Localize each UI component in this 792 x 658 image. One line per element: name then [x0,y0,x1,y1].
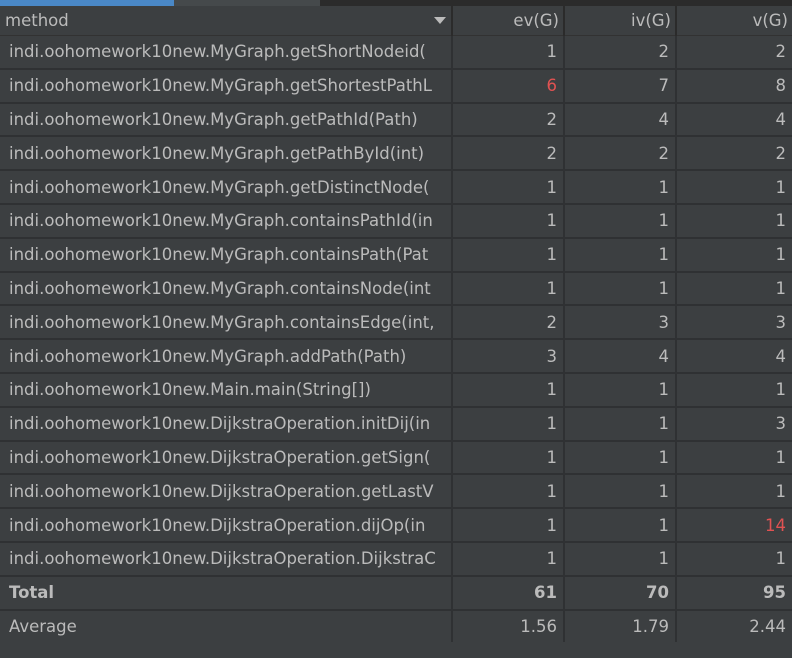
v-cell: 4 [676,339,792,374]
table-row[interactable]: indi.oohomework10new.Main.main(String[])… [0,372,792,408]
total-v: 95 [676,575,792,611]
method-cell[interactable]: indi.oohomework10new.MyGraph.containsEdg… [0,305,453,341]
method-cell[interactable]: indi.oohomework10new.Main.main(String[]) [0,372,453,408]
v-cell: 3 [676,406,792,442]
column-header-method-label: method [5,11,69,30]
v-cell: 1 [676,170,792,205]
v-cell: 1 [676,203,792,239]
v-cell: 1 [676,440,792,476]
method-cell[interactable]: indi.oohomework10new.MyGraph.addPath(Pat… [0,339,453,374]
iv-cell: 2 [564,136,677,172]
method-cell[interactable]: indi.oohomework10new.DijkstraOperation.D… [0,541,453,577]
iv-cell: 4 [564,102,677,138]
ev-cell: 1 [452,271,565,307]
sort-descending-icon [434,17,446,24]
ev-cell: 1 [452,406,565,442]
ev-cell: 1 [452,508,565,543]
iv-cell: 1 [564,271,677,307]
table-row[interactable]: indi.oohomework10new.DijkstraOperation.g… [0,474,792,510]
iv-cell: 3 [564,305,677,341]
ev-cell: 3 [452,339,565,374]
average-ev: 1.56 [452,609,565,643]
column-header-ev[interactable]: ev(G) [452,6,565,36]
table-row[interactable]: indi.oohomework10new.MyGraph.getShortest… [0,68,792,104]
method-cell[interactable]: indi.oohomework10new.MyGraph.getDistinct… [0,170,453,205]
iv-cell: 1 [564,440,677,476]
iv-cell: 1 [564,508,677,543]
table-row[interactable]: indi.oohomework10new.DijkstraOperation.i… [0,406,792,442]
ev-cell: 6 [452,68,565,104]
method-cell[interactable]: indi.oohomework10new.MyGraph.containsPat… [0,203,453,239]
iv-cell: 1 [564,170,677,205]
total-iv: 70 [564,575,677,611]
iv-cell: 1 [564,474,677,510]
average-v: 2.44 [676,609,792,643]
table-row[interactable]: indi.oohomework10new.MyGraph.getPathById… [0,136,792,172]
table-row[interactable]: indi.oohomework10new.MyGraph.getShortNod… [0,35,792,70]
ev-cell: 1 [452,35,565,70]
method-cell[interactable]: indi.oohomework10new.MyGraph.containsNod… [0,271,453,307]
iv-cell: 1 [564,203,677,239]
table-row[interactable]: indi.oohomework10new.MyGraph.containsNod… [0,271,792,307]
ev-cell: 2 [452,136,565,172]
table-row[interactable]: indi.oohomework10new.MyGraph.containsPat… [0,237,792,273]
ev-cell: 1 [452,237,565,273]
iv-cell: 7 [564,68,677,104]
v-cell: 2 [676,136,792,172]
iv-cell: 1 [564,237,677,273]
v-cell: 1 [676,372,792,408]
column-header-iv[interactable]: iv(G) [564,6,677,36]
ev-cell: 1 [452,170,565,205]
ev-cell: 1 [452,440,565,476]
table-row[interactable]: indi.oohomework10new.DijkstraOperation.d… [0,508,792,543]
column-header-v[interactable]: v(G) [676,6,792,36]
v-cell: 8 [676,68,792,104]
v-cell: 4 [676,102,792,138]
metrics-table-body: indi.oohomework10new.MyGraph.getShortNod… [0,35,792,643]
column-header-method[interactable]: method [0,6,453,36]
total-label: Total [0,575,453,611]
total-row: Total 61 70 95 [0,575,792,611]
method-cell[interactable]: indi.oohomework10new.MyGraph.getShortNod… [0,35,453,70]
method-cell[interactable]: indi.oohomework10new.DijkstraOperation.d… [0,508,453,543]
iv-cell: 1 [564,541,677,577]
iv-cell: 1 [564,406,677,442]
table-row[interactable]: indi.oohomework10new.MyGraph.containsPat… [0,203,792,239]
table-row[interactable]: indi.oohomework10new.MyGraph.getDistinct… [0,170,792,205]
average-row: Average 1.56 1.79 2.44 [0,609,792,643]
v-cell: 1 [676,541,792,577]
ev-cell: 2 [452,102,565,138]
table-row[interactable]: indi.oohomework10new.MyGraph.containsEdg… [0,305,792,341]
ev-cell: 1 [452,541,565,577]
v-cell: 1 [676,271,792,307]
table-row[interactable]: indi.oohomework10new.MyGraph.getPathId(P… [0,102,792,138]
method-cell[interactable]: indi.oohomework10new.MyGraph.getPathById… [0,136,453,172]
average-iv: 1.79 [564,609,677,643]
iv-cell: 4 [564,339,677,374]
method-cell[interactable]: indi.oohomework10new.DijkstraOperation.i… [0,406,453,442]
ev-cell: 1 [452,474,565,510]
v-cell: 1 [676,474,792,510]
table-header-row: method ev(G) iv(G) v(G) [0,6,792,36]
total-ev: 61 [452,575,565,611]
ev-cell: 1 [452,203,565,239]
v-cell: 1 [676,237,792,273]
method-cell[interactable]: indi.oohomework10new.DijkstraOperation.g… [0,440,453,476]
method-cell[interactable]: indi.oohomework10new.DijkstraOperation.g… [0,474,453,510]
average-label: Average [0,609,453,643]
method-cell[interactable]: indi.oohomework10new.MyGraph.containsPat… [0,237,453,273]
table-row[interactable]: indi.oohomework10new.MyGraph.addPath(Pat… [0,339,792,374]
ev-cell: 1 [452,372,565,408]
table-row[interactable]: indi.oohomework10new.DijkstraOperation.g… [0,440,792,476]
table-row[interactable]: indi.oohomework10new.DijkstraOperation.D… [0,541,792,577]
ev-cell: 2 [452,305,565,341]
method-cell[interactable]: indi.oohomework10new.MyGraph.getShortest… [0,68,453,104]
iv-cell: 1 [564,372,677,408]
metrics-table: method ev(G) iv(G) v(G) indi.oohomework1… [0,6,792,643]
method-cell[interactable]: indi.oohomework10new.MyGraph.getPathId(P… [0,102,453,138]
iv-cell: 2 [564,35,677,70]
v-cell: 14 [676,508,792,543]
v-cell: 3 [676,305,792,341]
v-cell: 2 [676,35,792,70]
